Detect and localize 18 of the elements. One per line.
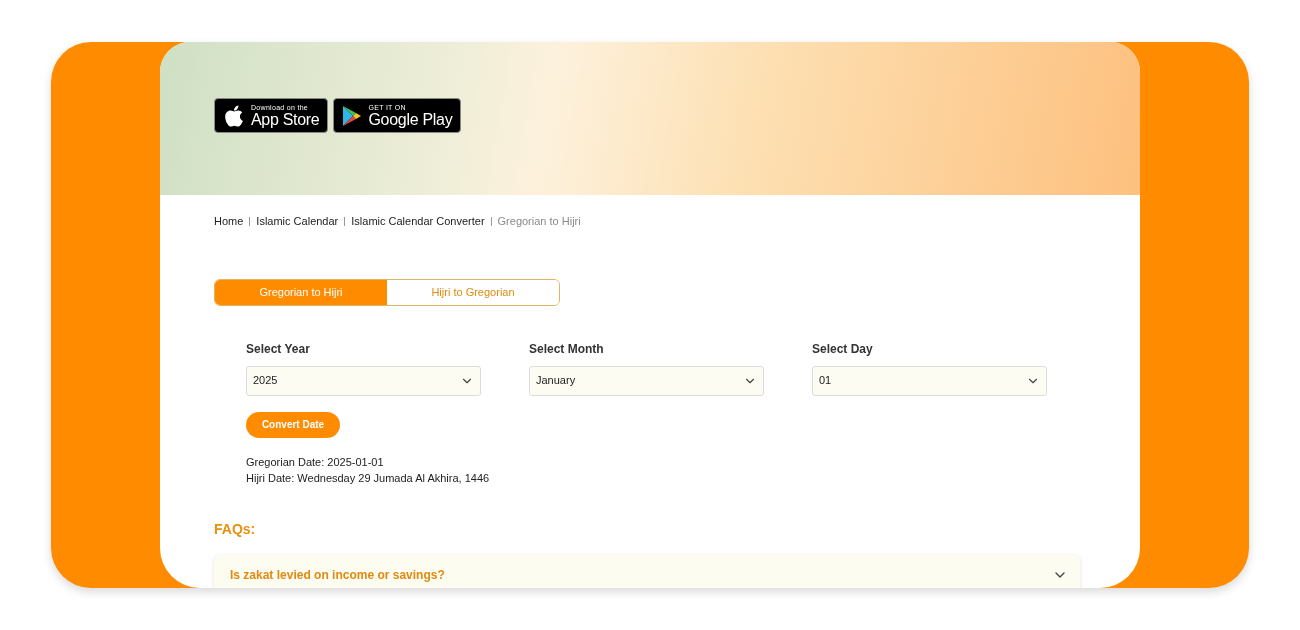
select-label: Select Month bbox=[529, 340, 605, 358]
select-label: Select Day bbox=[812, 340, 874, 358]
result-text: Gregorian Date: 2025-01-01 bbox=[246, 455, 385, 469]
breadcrumb-link[interactable]: Home bbox=[214, 213, 244, 230]
select-field[interactable]: 01 bbox=[812, 365, 1047, 396]
apple-icon bbox=[223, 103, 245, 128]
breadcrumb-link[interactable]: Islamic Calendar bbox=[256, 213, 339, 230]
result-text: Hijri Date: Wednesday 29 Jumada Al Akhira, 1446 bbox=[246, 471, 491, 485]
faq-question: Is zakat levied on income or savings? bbox=[230, 566, 445, 584]
breadcrumb-link[interactable]: Islamic Calendar Converter bbox=[351, 213, 485, 230]
badge-title: Google Play bbox=[368, 111, 453, 128]
faq-heading: FAQs: bbox=[214, 519, 257, 539]
select-label: Select Year bbox=[246, 340, 311, 358]
breadcrumb-link[interactable]: Gregorian to Hijri bbox=[497, 213, 581, 230]
select-field[interactable]: January bbox=[529, 365, 764, 396]
badge-title: App Store bbox=[251, 111, 320, 128]
play-triangle-icon bbox=[342, 104, 363, 127]
select-field[interactable]: 2025 bbox=[246, 365, 481, 396]
